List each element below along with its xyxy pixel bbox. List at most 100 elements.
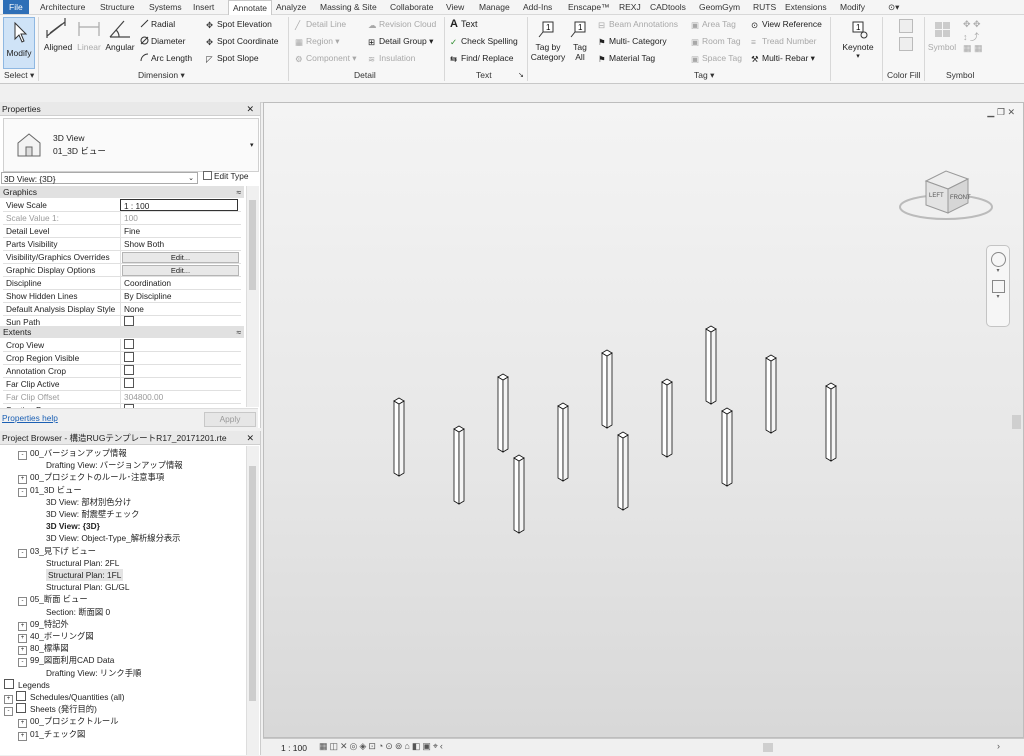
dimension-group-label[interactable]: Dimension ▾ [138, 70, 185, 81]
apply-button[interactable]: Apply [204, 412, 256, 427]
property-row[interactable]: Graphic Display Options Edit... [3, 264, 241, 277]
revision-cloud-button[interactable]: ☁ Revision Cloud [368, 19, 436, 30]
tree-item[interactable]: -03_見下げ ビュー [18, 545, 96, 558]
properties-close-icon[interactable]: ✕ [246, 102, 254, 116]
collapse-icon[interactable]: - [18, 487, 27, 497]
collapse-icon[interactable]: - [18, 658, 27, 668]
menu-tab-10[interactable]: Manage [479, 0, 510, 14]
view-reference-button[interactable]: ⊙ View Reference [751, 19, 822, 30]
area-tag-button[interactable]: ▣ Area Tag [691, 19, 736, 30]
property-value[interactable] [120, 339, 238, 351]
structural-column[interactable] [453, 425, 465, 505]
edit-button[interactable]: Edit... [122, 252, 239, 263]
tree-item[interactable]: 3D View: Object-Type_解析線分表示 [46, 532, 180, 544]
project-browser-close-icon[interactable]: ✕ [246, 431, 254, 444]
property-value[interactable]: Show Both [120, 238, 238, 250]
property-row[interactable]: Detail Level Fine [3, 225, 241, 238]
property-value[interactable]: None [120, 303, 238, 315]
material-tag-button[interactable]: ⚑ Material Tag [598, 53, 655, 64]
space-tag-button[interactable]: ▣ Space Tag [691, 53, 742, 64]
view-scale-readout[interactable]: 1 : 100 [281, 743, 307, 753]
quick-access-dropdown-icon[interactable]: ⊙▾ [888, 0, 899, 14]
detail-line-button[interactable]: ╱ Detail Line [295, 19, 346, 30]
view-control-icons[interactable]: ▦◫✕◎◈⊡◔⊙⊚⌂◧▣⌖‹ [319, 741, 445, 752]
spot-elevation-button[interactable]: ✥ Spot Elevation [206, 19, 272, 30]
structural-column[interactable] [661, 378, 673, 458]
structural-column[interactable] [765, 354, 777, 434]
type-selector[interactable]: 3D View 01_3D ビュー ▾ [3, 118, 259, 172]
tree-item[interactable]: +01_チェック図 [18, 728, 85, 741]
menu-tab-11[interactable]: Add-Ins [523, 0, 552, 14]
select-group-label[interactable]: Select ▾ [4, 70, 34, 81]
color-fill-legend-icon[interactable] [899, 19, 913, 33]
tree-item[interactable]: +09_特記外 [18, 618, 69, 631]
menu-tab-17[interactable]: Extensions [785, 0, 827, 14]
menu-tab-14[interactable]: CADtools [650, 0, 686, 14]
collapse-icon[interactable]: - [4, 707, 13, 717]
insulation-button[interactable]: ≋ Insulation [368, 53, 415, 64]
linear-dimension-button[interactable]: Linear [74, 18, 104, 52]
property-row[interactable]: Visibility/Graphics Overrides Edit... [3, 251, 241, 264]
edit-button[interactable]: Edit... [122, 265, 239, 276]
checkbox[interactable] [124, 378, 134, 388]
spot-coordinate-button[interactable]: ✥ Spot Coordinate [206, 36, 278, 47]
menu-tab-9[interactable]: View [446, 0, 464, 14]
tree-item[interactable]: + Schedules/Quantities (all) [4, 691, 125, 704]
structural-column[interactable] [825, 382, 837, 462]
multi-rebar-button[interactable]: ⚒ Multi- Rebar ▾ [751, 53, 815, 64]
graphics-category[interactable]: Graphics ≈ [0, 186, 244, 198]
checkbox[interactable] [124, 365, 134, 375]
property-value[interactable]: 1 : 100 [120, 199, 238, 211]
structural-column[interactable] [497, 373, 509, 453]
tree-item[interactable]: -99_図面利用CAD Data [18, 654, 114, 668]
property-value[interactable]: Edit... [120, 264, 239, 276]
property-row[interactable]: Default Analysis Display Style None [3, 303, 241, 316]
property-row[interactable]: Annotation Crop [3, 365, 241, 378]
menu-tab-15[interactable]: GeomGym [699, 0, 740, 14]
tree-item[interactable]: +00_プロジェクトルール [18, 715, 119, 729]
arc-length-dimension-button[interactable]: Arc Length [140, 53, 192, 63]
symbol-button[interactable]: Symbol [926, 18, 958, 52]
radial-dimension-button[interactable]: Radial [140, 19, 175, 29]
property-row[interactable]: Discipline Coordination [3, 277, 241, 290]
checkbox[interactable] [124, 352, 134, 362]
3d-viewport[interactable]: ▁ ❐ ✕ LEFT FRONT ▾ ▾ [263, 102, 1024, 738]
property-value[interactable] [120, 378, 238, 390]
structural-column[interactable] [721, 407, 733, 487]
instance-selector[interactable]: 3D View: {3D} ⌄ [1, 172, 198, 184]
browser-scrollbar[interactable] [246, 446, 259, 755]
property-value[interactable] [120, 365, 238, 377]
modify-button[interactable]: Modify [3, 17, 35, 69]
structural-column[interactable] [557, 402, 569, 482]
tree-item[interactable]: 3D View: 耐震壁チェック [46, 508, 139, 520]
multi-category-button[interactable]: ⚑ Multi- Category [598, 36, 667, 47]
tree-item[interactable]: Legends [4, 678, 50, 691]
menu-tab-8[interactable]: Collaborate [390, 0, 433, 14]
tree-item[interactable]: Structural Plan: 1FL [46, 569, 124, 581]
tree-item[interactable]: -00_バージョンアップ情報 [18, 447, 127, 460]
diameter-dimension-button[interactable]: Diameter [140, 36, 185, 46]
tree-item[interactable]: Drafting View: バージョンアップ情報 [46, 459, 183, 471]
tree-item[interactable]: - Sheets (発行目的) [4, 703, 97, 717]
tree-item[interactable]: +40_ボーリング図 [18, 630, 94, 643]
horizontal-scroll-thumb[interactable] [763, 743, 773, 752]
property-value[interactable]: By Discipline [120, 290, 238, 302]
property-row[interactable]: Scale Value 1: 100 [3, 212, 241, 225]
menu-tab-5[interactable]: Annotate [228, 0, 273, 15]
tree-item[interactable]: +80_標準図 [18, 642, 69, 656]
menu-tab-13[interactable]: REXJ [619, 0, 641, 14]
structural-column[interactable] [617, 431, 629, 511]
property-row[interactable]: Crop View [3, 339, 241, 352]
menu-tab-12[interactable]: Enscape™ [568, 0, 610, 14]
property-row[interactable]: Far Clip Offset 304800.00 [3, 391, 241, 404]
property-value[interactable]: Fine [120, 225, 238, 237]
property-value[interactable]: Coordination [120, 277, 238, 289]
menu-tab-16[interactable]: RUTS [753, 0, 776, 14]
extents-category[interactable]: Extents ≈ [0, 326, 244, 338]
property-row[interactable]: Show Hidden Lines By Discipline [3, 290, 241, 303]
menu-tab-6[interactable]: Analyze [276, 0, 306, 14]
menu-tab-3[interactable]: Systems [149, 0, 182, 14]
tree-item[interactable]: Section: 断面図 0 [46, 606, 110, 618]
properties-help-link[interactable]: Properties help [2, 413, 58, 423]
edit-type-button[interactable]: Edit Type [203, 171, 248, 181]
